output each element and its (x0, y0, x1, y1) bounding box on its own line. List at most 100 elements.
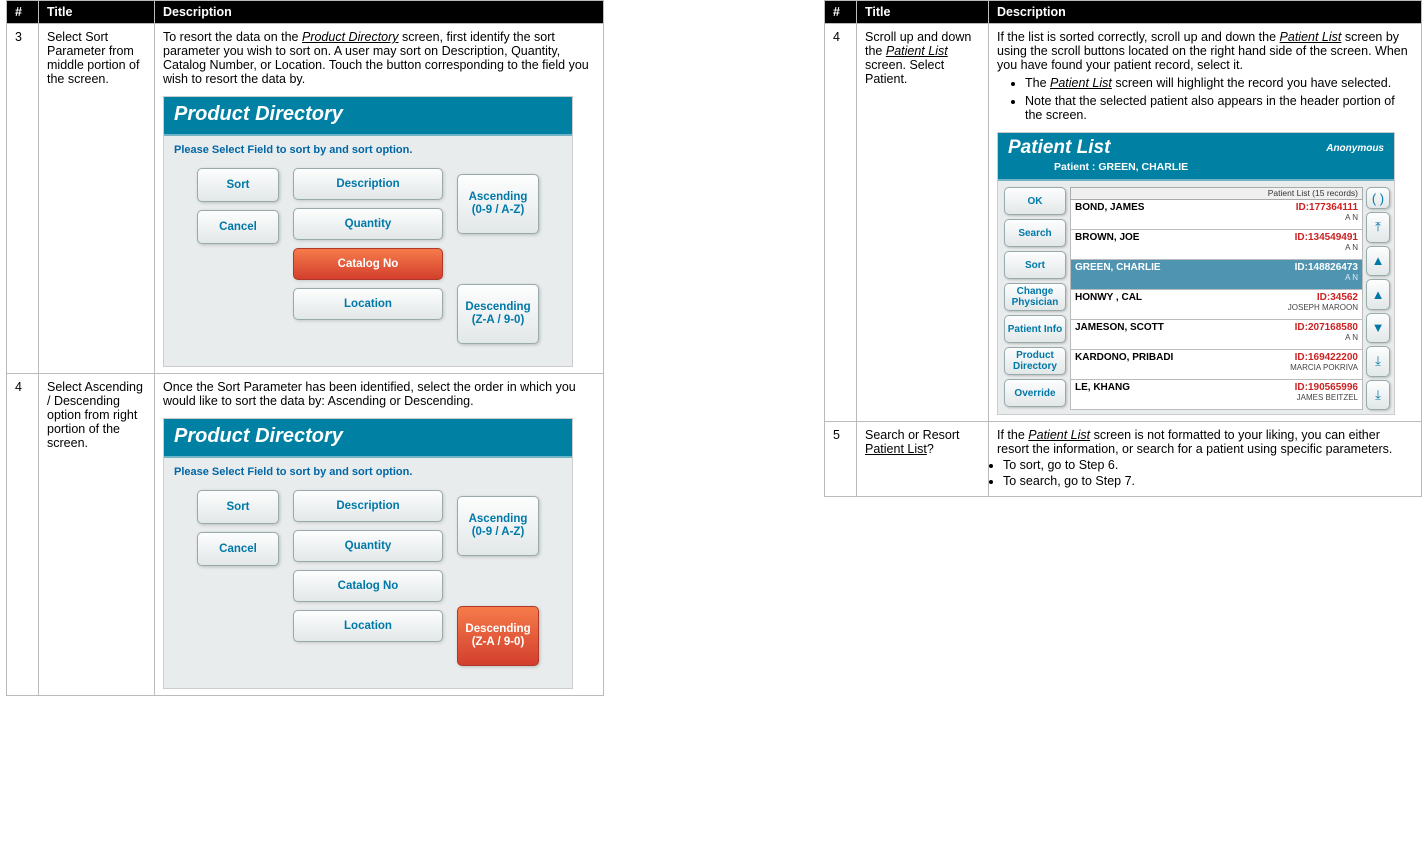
link-patient-list: Patient List (1050, 76, 1112, 90)
text: Once the Sort Parameter has been identif… (163, 380, 576, 408)
patient-list-wrap: Patient List (15 records) BOND, JAMESID:… (1070, 187, 1390, 410)
patient-id: ID:148826473 (1295, 262, 1358, 273)
step-title: Scroll up and down the Patient List scre… (857, 24, 989, 422)
shot-subtitle: Please Select Field to sort by and sort … (164, 458, 572, 484)
product-directory-screenshot-2: Product Directory Please Select Field to… (163, 418, 573, 689)
patient-name: KARDONO, PRIBADI (1075, 352, 1173, 363)
cancel-button[interactable]: Cancel (197, 532, 279, 566)
list-header: Patient List (15 records) (1070, 187, 1363, 200)
patient-row[interactable]: JAMESON, SCOTTID:207168580A N (1070, 320, 1363, 350)
action-button-sort[interactable]: Sort (1004, 251, 1066, 279)
sort-button[interactable]: Sort (197, 168, 279, 202)
location-button[interactable]: Location (293, 610, 443, 642)
scroll-button[interactable]: ⤓ (1366, 346, 1390, 377)
patient-row[interactable]: BOND, JAMESID:177364111A N (1070, 200, 1363, 230)
list-item: Note that the selected patient also appe… (1025, 94, 1413, 122)
pshot-header: Patient List Anonymous (998, 133, 1394, 161)
patient-row[interactable]: GREEN, CHARLIE ID:148826473A N (1070, 260, 1363, 290)
text: If the list is sorted correctly, scroll … (997, 30, 1280, 44)
scroll-button[interactable]: ⤓ (1366, 380, 1390, 411)
patient-sub: MARCIA POKRIVA (1075, 363, 1358, 372)
patient-id: ID:207168580 (1295, 322, 1358, 333)
text: ? (927, 442, 934, 456)
patient-row[interactable]: BROWN, JOEID:134549491A N (1070, 230, 1363, 260)
step-desc: If the list is sorted correctly, scroll … (989, 24, 1422, 422)
list-item: To sort, go to Step 6. (1003, 458, 1413, 472)
step-num: 5 (825, 422, 857, 497)
text: screen will highlight the record you hav… (1112, 76, 1391, 90)
step-title: Search or Resort Patient List? (857, 422, 989, 497)
col-title: Title (39, 1, 155, 24)
shot-title: Product Directory (164, 419, 572, 458)
ascending-button[interactable]: Ascending (0-9 / A-Z) (457, 496, 539, 556)
description-button[interactable]: Description (293, 168, 443, 200)
shot-body: Sort Cancel Description Quantity Catalog… (164, 162, 572, 366)
descending-button[interactable]: Descending (Z-A / 9-0) (457, 284, 539, 344)
action-button-change-physician[interactable]: Change Physician (1004, 283, 1066, 311)
table-row: 4 Select Ascending / Descending option f… (7, 374, 604, 696)
descending-button[interactable]: Descending (Z-A / 9-0) (457, 606, 539, 666)
table-row: 3 Select Sort Parameter from middle port… (7, 24, 604, 374)
link-patient-list: Patient List (1028, 428, 1090, 442)
patient-row[interactable]: HONWY , CALID:34562JOSEPH MAROON (1070, 290, 1363, 320)
patient-name: BROWN, JOE (1075, 232, 1139, 243)
text: If the (997, 428, 1028, 442)
list-item: To search, go to Step 7. (1003, 474, 1413, 488)
col-num: # (825, 1, 857, 24)
cancel-button[interactable]: Cancel (197, 210, 279, 244)
scroll-button[interactable]: ( ) (1366, 187, 1390, 209)
anonymous-label: Anonymous (1326, 143, 1384, 154)
patient-sub: A N (1075, 213, 1358, 222)
patient-name: LE, KHANG (1075, 382, 1130, 393)
patient-sub: JAMES BEITZEL (1075, 393, 1358, 402)
action-button-patient-info[interactable]: Patient Info (1004, 315, 1066, 343)
col-desc: Description (155, 1, 604, 24)
scroll-button[interactable]: ⤒ (1366, 212, 1390, 243)
quantity-button[interactable]: Quantity (293, 530, 443, 562)
link-patient-list: Patient List (1280, 30, 1342, 44)
list-item: The Patient List screen will highlight t… (1025, 76, 1413, 90)
action-buttons: OK Search Sort Change Physician Patient Info… (1004, 187, 1066, 410)
action-button-ok[interactable]: OK (1004, 187, 1066, 215)
catalog-no-button[interactable]: Catalog No (293, 248, 443, 280)
scroll-button[interactable]: ▼ (1366, 313, 1390, 344)
patient-id: ID:190565996 (1295, 382, 1358, 393)
scroll-button[interactable]: ▲ (1366, 246, 1390, 277)
col-title: Title (857, 1, 989, 24)
quantity-button[interactable]: Quantity (293, 208, 443, 240)
steps-table-right: # Title Description 4 Scroll up and down… (824, 0, 1422, 497)
text: Search or Resort (865, 428, 959, 442)
link-patient-list: Patient List (886, 44, 948, 58)
steps-table-left: # Title Description 3 Select Sort Parame… (6, 0, 604, 696)
pshot-body: OK Search Sort Change Physician Patient Info… (998, 181, 1394, 414)
ascending-button[interactable]: Ascending (0-9 / A-Z) (457, 174, 539, 234)
bullet-list: To sort, go to Step 6. To search, go to … (1003, 458, 1413, 488)
action-button-product-directory[interactable]: Product Directory (1004, 347, 1066, 375)
patient-row[interactable]: LE, KHANG ID:190565996JAMES BEITZEL (1070, 380, 1363, 410)
sort-field-buttons: Description Quantity Catalog No Location (293, 490, 443, 642)
sort-button[interactable]: Sort (197, 490, 279, 524)
patient-sub: A N (1075, 243, 1358, 252)
bullet-list: The Patient List screen will highlight t… (1025, 76, 1413, 122)
patient-row[interactable]: KARDONO, PRIBADIID:169422200MARCIA POKRI… (1070, 350, 1363, 380)
action-button-search[interactable]: Search (1004, 219, 1066, 247)
scroll-button[interactable]: ▲ (1366, 279, 1390, 310)
table-row: 4 Scroll up and down the Patient List sc… (825, 24, 1422, 422)
action-button-override[interactable]: Override (1004, 379, 1066, 407)
left-buttons: Sort Cancel (197, 490, 279, 566)
table-row: 5 Search or Resort Patient List? If the … (825, 422, 1422, 497)
patient-sub: JOSEPH MAROON (1075, 303, 1358, 312)
description-button[interactable]: Description (293, 490, 443, 522)
text: To resort the data on the (163, 30, 302, 44)
catalog-no-button[interactable]: Catalog No (293, 570, 443, 602)
pshot-title: Patient List (1008, 137, 1110, 159)
patient-list: Patient List (15 records) BOND, JAMESID:… (1070, 187, 1363, 410)
patient-sub: A N (1075, 273, 1358, 282)
shot-body: Sort Cancel Description Quantity Catalog… (164, 484, 572, 688)
pshot-subheader: Patient : GREEN, CHARLIE (998, 161, 1394, 181)
patient-name: GREEN, CHARLIE (1075, 262, 1161, 273)
step-desc: If the Patient List screen is not format… (989, 422, 1422, 497)
location-button[interactable]: Location (293, 288, 443, 320)
text: screen. Select Patient. (865, 58, 944, 86)
patient-id: ID:177364111 (1296, 202, 1358, 213)
